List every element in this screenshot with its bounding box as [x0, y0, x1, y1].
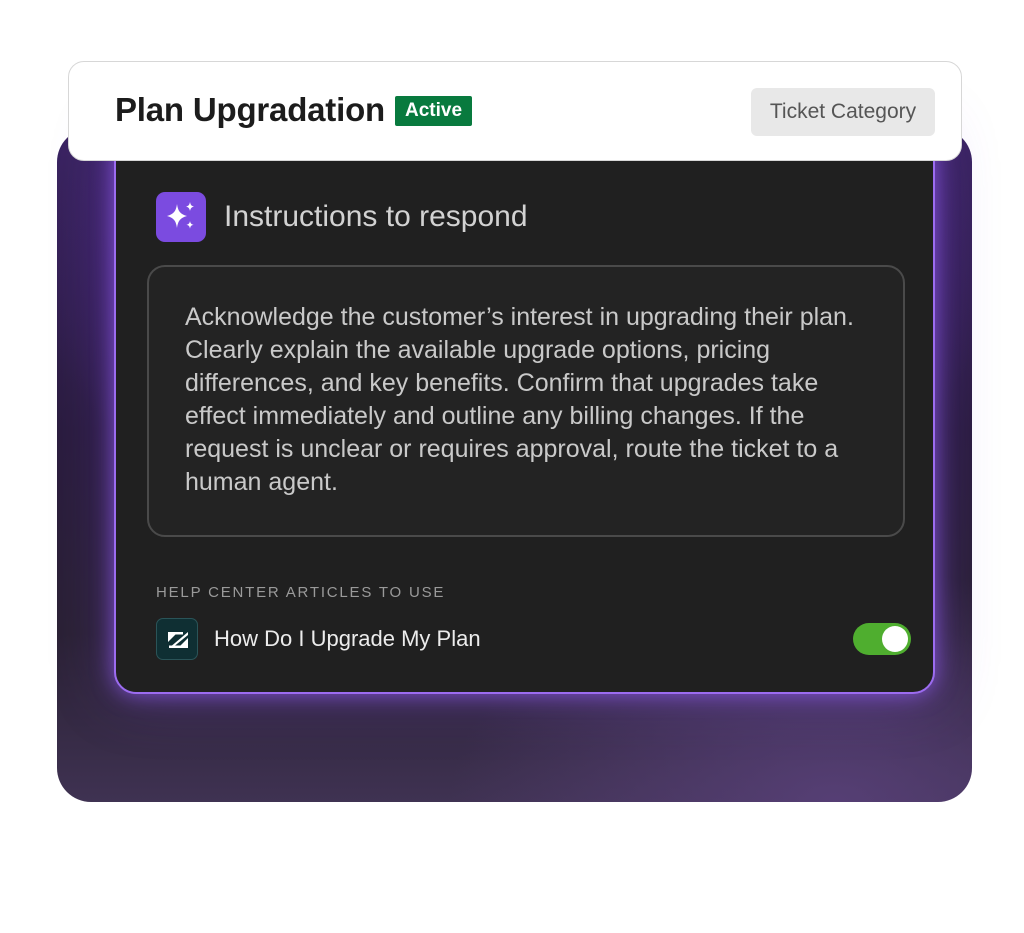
zendesk-logo-icon [156, 618, 198, 660]
instructions-text: Acknowledge the customer’s interest in u… [185, 303, 854, 496]
page-title: Plan Upgradation [115, 91, 385, 128]
instructions-card: Instructions to respond Acknowledge the … [114, 130, 935, 694]
article-enabled-toggle[interactable] [853, 623, 911, 655]
ticket-category-chip[interactable]: Ticket Category [751, 88, 935, 136]
status-badge: Active [395, 96, 473, 126]
sparkle-icon [156, 192, 206, 242]
instructions-title: Instructions to respond [224, 200, 528, 233]
ticket-header: Plan Upgradation Active Ticket Category [68, 61, 962, 161]
article-item: How Do I Upgrade My Plan [156, 617, 911, 663]
ai-instruction-card-screen: Plan Upgradation Active Ticket Category … [0, 0, 1024, 933]
article-title[interactable]: How Do I Upgrade My Plan [214, 626, 481, 652]
articles-heading: HELP CENTER ARTICLES TO USE [156, 584, 446, 601]
toggle-knob [882, 626, 908, 652]
instructions-textbox[interactable]: Acknowledge the customer’s interest in u… [147, 265, 905, 537]
